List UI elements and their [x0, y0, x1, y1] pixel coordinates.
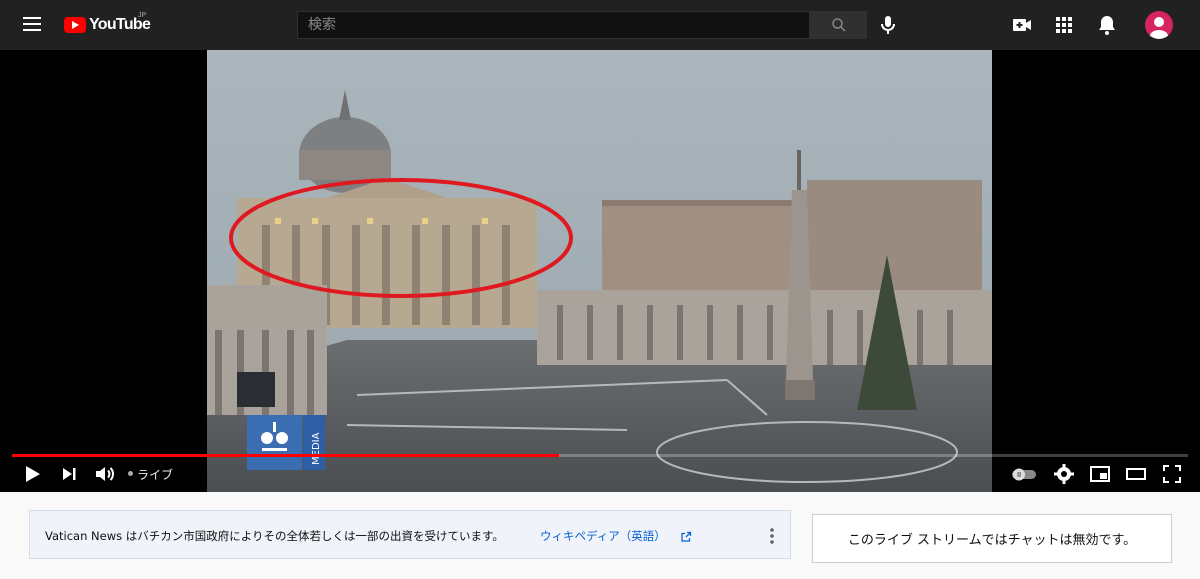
guide-menu-button[interactable]	[20, 13, 44, 37]
microphone-icon	[881, 16, 895, 34]
search-icon	[831, 18, 846, 32]
chat-disabled-message: このライブ ストリームではチャットは無効です。	[847, 533, 1137, 548]
masthead: YouTube JP	[0, 0, 1200, 50]
autoplay-toggle[interactable]	[1010, 462, 1036, 486]
play-logo-icon	[64, 17, 86, 33]
more-options-button[interactable]	[762, 526, 782, 546]
apps-grid-icon	[1056, 17, 1072, 33]
skip-next-icon	[63, 468, 76, 480]
search-button[interactable]	[810, 11, 867, 39]
create-button[interactable]	[1010, 13, 1034, 37]
play-button[interactable]	[20, 462, 44, 486]
play-icon	[26, 466, 40, 482]
external-link-icon[interactable]	[680, 528, 694, 542]
autoplay-toggle-icon	[1012, 468, 1036, 481]
apps-button[interactable]	[1052, 13, 1076, 37]
video-scene: MEDIA	[207, 50, 992, 492]
overlay-logo-text: MEDIA	[311, 432, 322, 465]
more-vert-icon	[770, 528, 774, 544]
progress-bar[interactable]	[12, 454, 1188, 457]
next-button[interactable]	[57, 462, 81, 486]
youtube-logo[interactable]: YouTube JP	[64, 12, 151, 36]
voice-search-button[interactable]	[876, 13, 900, 37]
volume-icon	[96, 467, 114, 481]
live-indicator-dot	[128, 471, 133, 476]
bell-icon	[1099, 16, 1115, 35]
funding-info-text: Vatican News はバチカン市国政府によりその全体若しくは一部の出資を受…	[45, 529, 504, 543]
fullscreen-button[interactable]	[1160, 462, 1184, 486]
progress-fill	[12, 454, 559, 457]
gear-icon	[1054, 464, 1074, 484]
video-camera-plus-icon	[1013, 19, 1031, 31]
user-icon	[1150, 17, 1168, 39]
miniplayer-icon	[1090, 466, 1110, 482]
fullscreen-icon	[1163, 465, 1181, 483]
mute-button[interactable]	[92, 462, 116, 486]
theater-mode-button[interactable]	[1124, 462, 1148, 486]
live-label[interactable]: ライブ	[137, 466, 173, 483]
account-avatar[interactable]	[1145, 11, 1173, 39]
video-player[interactable]: MEDIA ライブ	[0, 50, 1200, 492]
wikipedia-link[interactable]: ウィキペディア（英語）	[540, 528, 666, 544]
funding-info-panel: Vatican News はバチカン市国政府によりその全体若しくは一部の出資を受…	[29, 510, 791, 559]
settings-button[interactable]	[1052, 462, 1076, 486]
theater-mode-icon	[1126, 468, 1146, 480]
video-frame[interactable]: MEDIA	[207, 50, 992, 492]
chat-disabled-panel: このライブ ストリームではチャットは無効です。	[812, 514, 1172, 563]
miniplayer-button[interactable]	[1088, 462, 1112, 486]
notifications-button[interactable]	[1095, 13, 1119, 37]
search-input[interactable]	[297, 11, 810, 39]
country-code: JP	[138, 12, 147, 19]
